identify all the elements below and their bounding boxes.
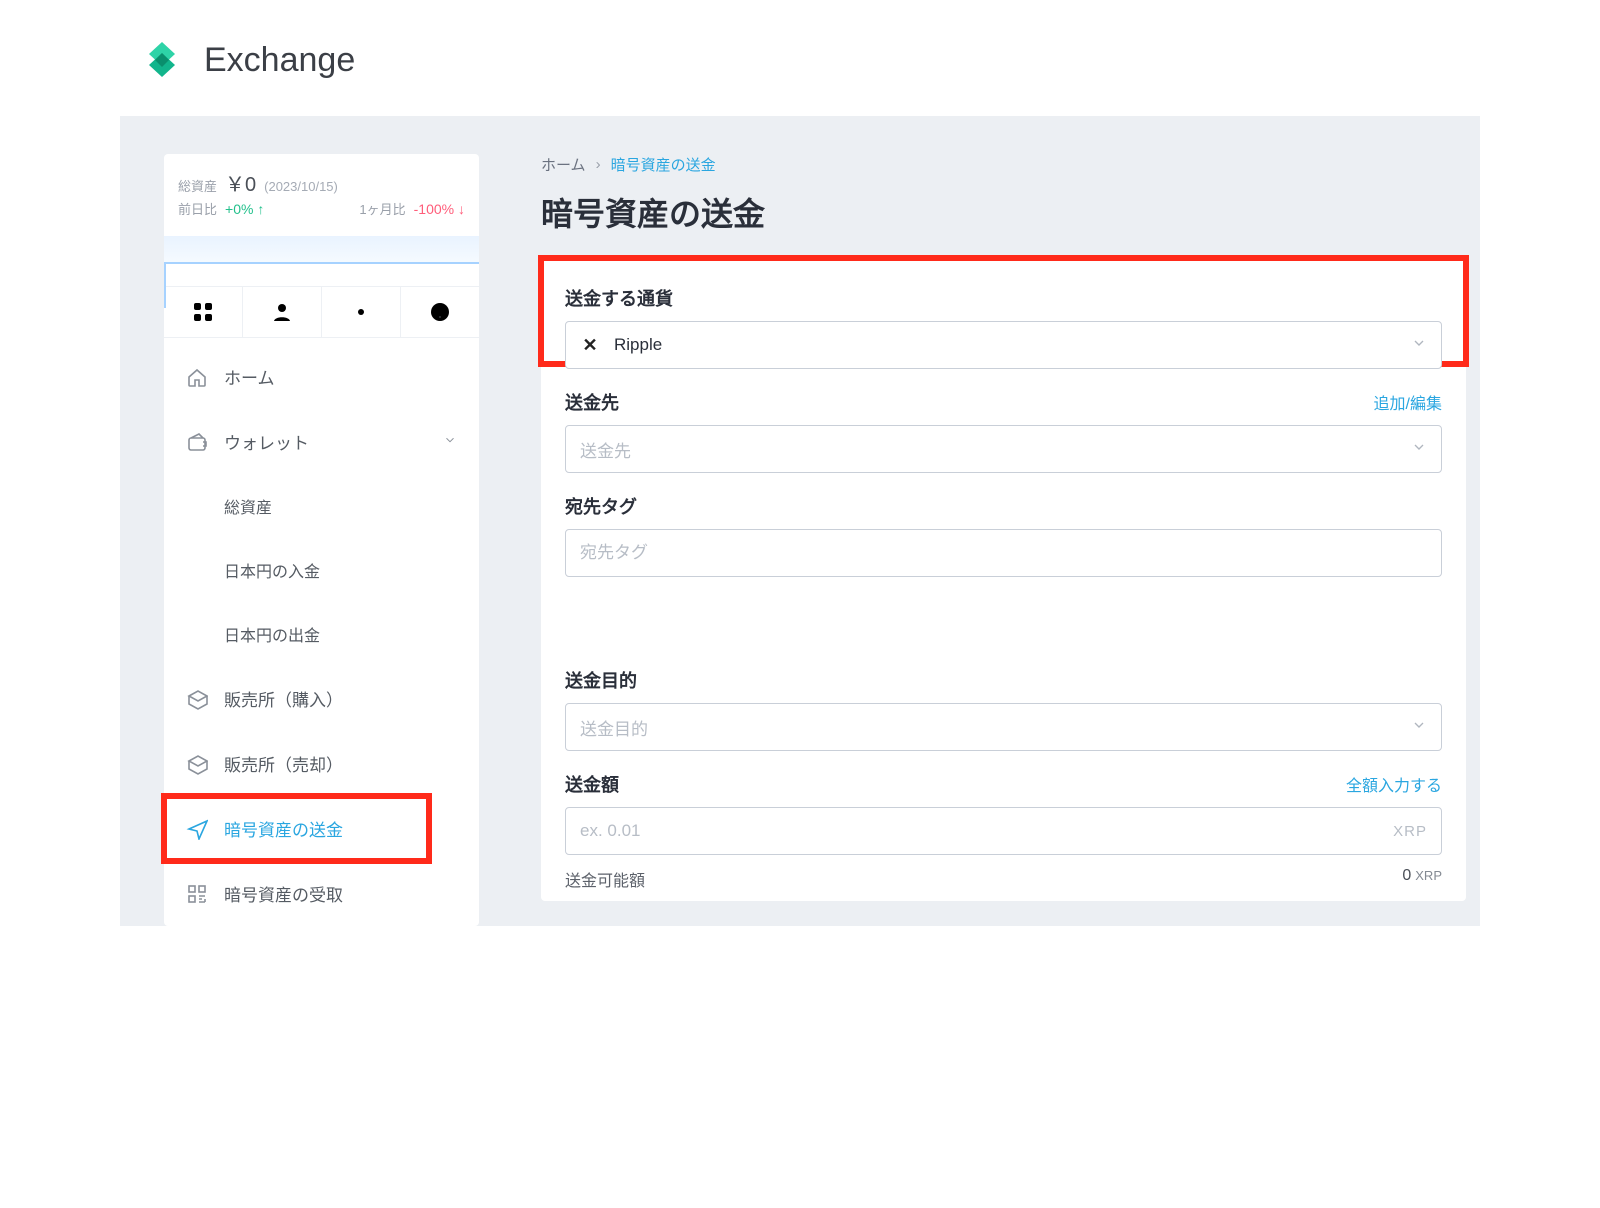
day-change-value: +0% ↑ [225,201,264,217]
stats-block: 総資産 ￥0 (2023/10/15) 前日比 +0% ↑ 1ヶ月比 -100%… [164,154,479,226]
available-unit: XRP [1415,868,1442,883]
currency-label: 送金する通貨 [565,285,673,311]
breadcrumb-sep: › [596,156,601,173]
total-asset-label: 総資産 [178,176,217,195]
breadcrumb: ホーム › 暗号資産の送金 [541,154,1466,175]
amount-label: 送金額 [565,771,619,797]
tab-account-icon[interactable] [242,287,321,337]
nav-home-label: ホーム [224,364,275,389]
day-change-label: 前日比 [178,199,217,218]
main-panel: ホーム › 暗号資産の送金 暗号資産の送金 送金する通貨 ✕ Ripple [541,154,1472,926]
nav-buy-label: 販売所（購入） [224,686,343,711]
purpose-select[interactable]: 送金目的 [565,703,1442,751]
amount-fill-all-link[interactable]: 全額入力する [1346,772,1442,796]
amount-input[interactable] [580,808,1379,854]
breadcrumb-home[interactable]: ホーム [541,154,586,175]
chevron-down-icon [1411,717,1427,738]
nav-wallet[interactable]: ウォレット [164,409,479,474]
nav-receive-crypto[interactable]: 暗号資産の受取 [164,861,479,926]
nav-buy[interactable]: 販売所（購入） [164,666,479,731]
sidebar-tabbar [164,286,479,338]
destination-edit-link[interactable]: 追加/編集 [1374,390,1442,414]
purpose-placeholder: 送金目的 [580,715,648,740]
chevron-down-icon [443,432,457,452]
destination-placeholder: 送金先 [580,437,631,462]
nav-send-crypto[interactable]: 暗号資産の送金 [164,796,479,861]
tab-help-icon[interactable] [400,287,479,337]
nav-wallet-label: ウォレット [224,429,309,454]
nav-wallet-withdraw-jpy[interactable]: 日本円の出金 [164,602,479,666]
app-header: Exchange [120,30,1480,116]
nav-sell[interactable]: 販売所（売却） [164,731,479,796]
month-change-label: 1ヶ月比 [359,199,405,218]
nav-send-crypto-label: 暗号資産の送金 [224,816,343,841]
nav-home[interactable]: ホーム [164,344,479,409]
chevron-down-icon [1411,335,1427,356]
available-label: 送金可能額 [565,867,645,891]
sidebar: 総資産 ￥0 (2023/10/15) 前日比 +0% ↑ 1ヶ月比 -100%… [164,154,479,926]
amount-unit: XRP [1393,823,1427,840]
tag-label: 宛先タグ [565,493,637,519]
total-asset-value: ￥0 [225,168,256,197]
nav-sell-label: 販売所（売却） [224,751,343,776]
destination-select[interactable]: 送金先 [565,425,1442,473]
tag-input[interactable] [580,530,1427,576]
currency-selected: Ripple [614,335,662,355]
tag-input-wrap [565,529,1442,577]
breadcrumb-current: 暗号資産の送金 [611,154,716,175]
page-title: 暗号資産の送金 [541,189,1466,235]
nav-receive-crypto-label: 暗号資産の受取 [224,881,343,906]
month-change-value: -100% ↓ [414,201,465,217]
nav-list: ホーム ウォレット 総資産 日本円の入金 日本円の出金 販売所（購入） [164,338,479,926]
as-of-date: (2023/10/15) [264,179,338,194]
sparkline-chart [164,236,479,286]
nav-wallet-deposit-jpy[interactable]: 日本円の入金 [164,538,479,602]
send-form: 送金する通貨 ✕ Ripple 送金先 追加/編集 [541,261,1466,901]
nav-wallet-total[interactable]: 総資産 [164,474,479,538]
ripple-icon: ✕ [580,335,600,355]
purpose-label: 送金目的 [565,667,637,693]
tab-settings-icon[interactable] [321,287,400,337]
logo-icon [142,40,182,80]
chevron-down-icon [1411,439,1427,460]
destination-label: 送金先 [565,389,619,415]
currency-select[interactable]: ✕ Ripple [565,321,1442,369]
available-value: 0 [1402,867,1411,884]
amount-input-wrap: XRP [565,807,1442,855]
app-name: Exchange [204,41,355,80]
